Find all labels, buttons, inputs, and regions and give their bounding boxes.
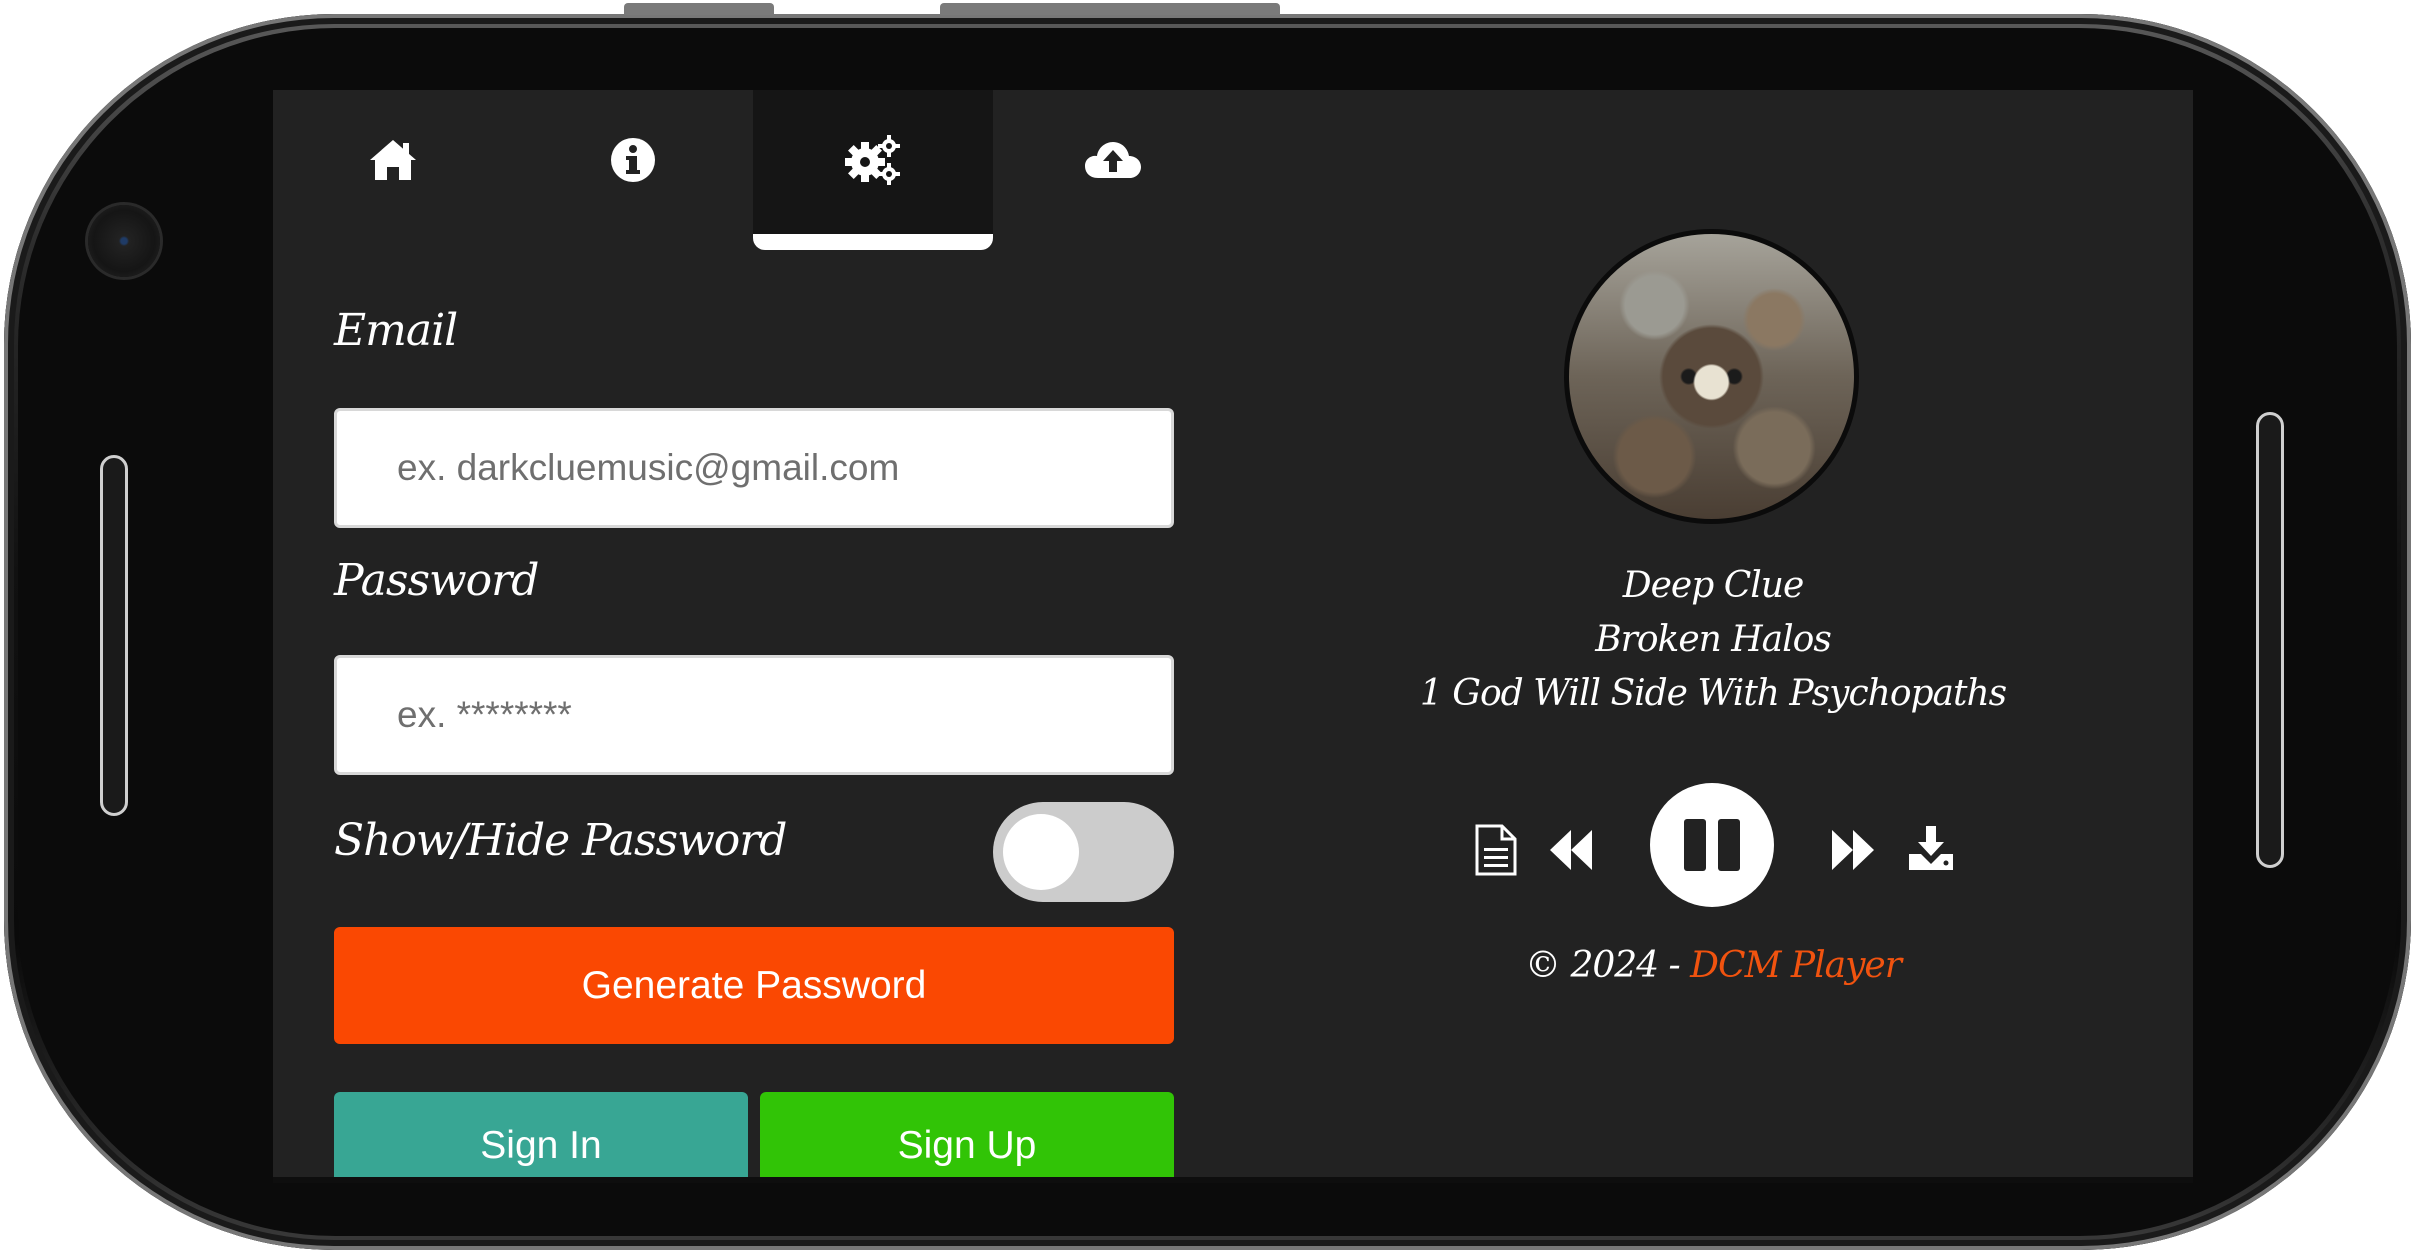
download-icon [1909,826,1953,870]
brand-link[interactable]: DCM Player [1690,945,1902,986]
cloud-upload-icon [1085,142,1141,178]
sign-up-button[interactable]: Sign Up [760,1092,1174,1177]
phone-speaker-slot [2256,412,2284,868]
email-label: Email [334,305,458,356]
camera-icon [88,205,160,277]
pause-icon [1684,819,1740,871]
album-name: Broken Halos [1595,619,1832,660]
next-track-button[interactable] [1823,820,1883,880]
artist-name: Deep Clue [1622,565,1805,606]
tab-settings[interactable] [753,90,993,240]
tab-upload[interactable] [993,90,1233,240]
email-field[interactable] [334,408,1174,528]
phone-volume-button [940,3,1280,15]
tab-info[interactable] [513,90,753,240]
toggle-knob [1003,814,1079,890]
lyrics-button[interactable] [1468,820,1524,880]
footer: © 2024 - DCM Player [1323,945,2103,986]
show-hide-password-label: Show/Hide Password [334,815,787,866]
password-label: Password [334,555,539,606]
previous-track-button[interactable] [1541,820,1601,880]
info-icon [611,138,655,182]
tab-bar [273,90,1233,250]
phone-speaker-slot [100,455,128,816]
album-cover [1564,229,1859,524]
home-icon [370,140,416,180]
password-field[interactable] [334,655,1174,775]
tab-home[interactable] [273,90,513,240]
fast-forward-icon [1832,830,1874,870]
track-title: 1 God Will Side With Psychopaths [1419,673,2007,714]
active-tab-indicator [753,234,993,250]
play-pause-button[interactable] [1650,783,1774,907]
sign-in-button[interactable]: Sign In [334,1092,748,1177]
document-icon [1475,824,1517,876]
show-password-toggle[interactable] [993,802,1174,902]
phone-hardware-button [624,3,774,15]
rewind-icon [1550,830,1592,870]
app-screen: Email Password Show/Hide Password Genera… [273,90,2193,1183]
copyright-text: © 2024 - [1525,945,1691,986]
settings-gears-icon [845,135,900,185]
download-button[interactable] [1901,818,1961,878]
generate-password-button[interactable]: Generate Password [334,927,1174,1044]
